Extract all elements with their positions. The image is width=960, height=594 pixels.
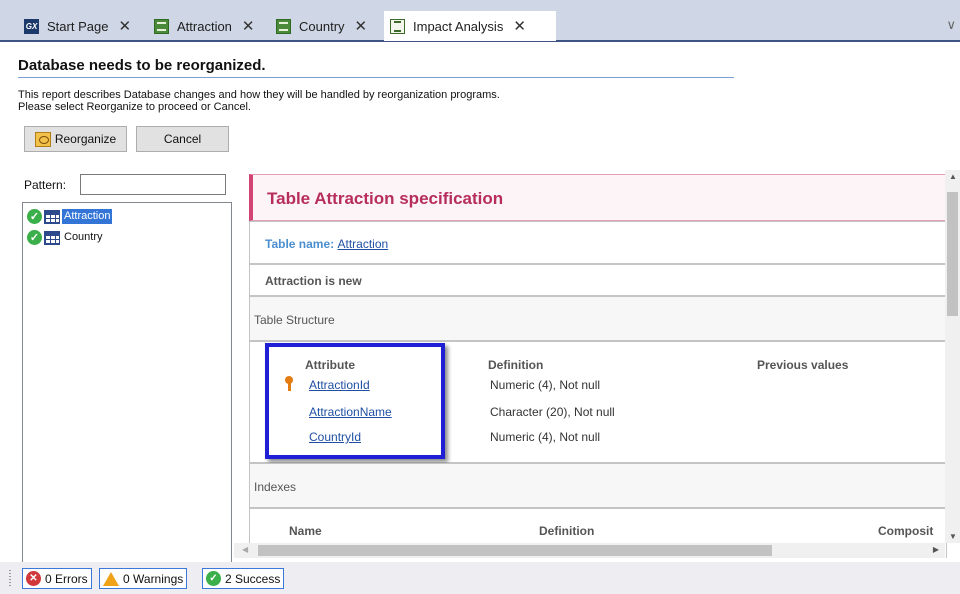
table-structure-heading: Table Structure [254, 313, 335, 327]
report-document-icon [390, 18, 405, 34]
is-new-text: Attraction is new [265, 274, 362, 288]
error-icon: ✕ [26, 571, 41, 586]
table-name-caption: Table name: [265, 237, 335, 251]
scroll-down-icon[interactable]: ▼ [949, 532, 957, 541]
warnings-filter-button[interactable]: 0 Warnings [99, 568, 188, 589]
table-object-icon [154, 18, 169, 34]
errors-filter-button[interactable]: ✕ 0 Errors [22, 568, 92, 589]
cancel-button[interactable]: Cancel [136, 126, 229, 152]
tree-item-label: Attraction [62, 209, 113, 224]
success-check-icon: ✓ [27, 230, 42, 245]
success-check-icon: ✓ [206, 571, 221, 586]
tree-item-label: Country [64, 231, 103, 243]
document-tab-strip: GX Start Page ✕ Attraction ✕ Country ✕ I… [0, 0, 960, 42]
errors-count: 0 Errors [45, 571, 88, 586]
table-name-link[interactable]: Attraction [337, 237, 388, 251]
scroll-up-icon[interactable]: ▲ [949, 172, 957, 181]
table-icon [44, 230, 60, 245]
tab-label: Impact Analysis [413, 18, 504, 34]
horizontal-scroll-thumb[interactable] [258, 545, 772, 556]
report-viewer[interactable]: Table Attraction specification Table nam… [249, 170, 960, 558]
tab-impact-analysis[interactable]: Impact Analysis ✕ [384, 11, 556, 41]
title-divider [18, 77, 734, 78]
tree-item-attraction[interactable]: ✓ Attraction [27, 208, 113, 225]
tab-country[interactable]: Country ✕ [270, 12, 367, 40]
indexes-heading: Indexes [254, 480, 297, 494]
reorganize-button[interactable]: Reorganize [24, 126, 127, 152]
gx-logo-icon: GX [24, 18, 39, 34]
close-icon[interactable]: ✕ [118, 17, 131, 35]
is-new-section: Attraction is new [249, 264, 947, 296]
status-bar: ✕ 0 Errors 0 Warnings ✓ 2 Success [0, 562, 960, 594]
success-count: 2 Success [225, 571, 281, 586]
description: This report describes Database changes a… [18, 89, 500, 113]
index-column-header-composition: Composit [878, 524, 934, 538]
attribute-definition: Character (20), Not null [490, 405, 615, 419]
page-title: Database needs to be reorganized. [18, 57, 266, 74]
success-check-icon: ✓ [27, 209, 42, 224]
pattern-label: Pattern: [24, 178, 67, 192]
table-icon [44, 209, 60, 224]
attribute-definition: Numeric (4), Not null [490, 430, 601, 444]
table-name-label: Table name: Attraction [265, 237, 388, 251]
table-structure-section: Table Structure [249, 296, 947, 341]
column-header-definition: Definition [488, 358, 544, 372]
tab-overflow-icon[interactable]: ∨ [946, 17, 956, 33]
close-icon[interactable]: ✕ [513, 17, 526, 35]
vertical-scroll-thumb[interactable] [947, 192, 958, 316]
tree-item-country[interactable]: ✓ Country [27, 229, 105, 246]
horizontal-scrollbar[interactable]: ◀ ▶ [234, 543, 945, 558]
indexes-section: Indexes [249, 463, 947, 508]
attribute-definition: Numeric (4), Not null [490, 378, 601, 392]
table-object-icon [276, 18, 291, 34]
toolbar-grip-icon[interactable] [9, 570, 11, 586]
column-header-previous-values: Previous values [757, 358, 849, 372]
description-line: Please select Reorganize to proceed or C… [18, 101, 251, 113]
index-column-header-name: Name [289, 524, 322, 538]
warnings-count: 0 Warnings [123, 571, 184, 586]
scroll-left-icon[interactable]: ◀ [242, 545, 248, 554]
tab-attraction[interactable]: Attraction ✕ [148, 12, 255, 40]
warning-icon [103, 571, 119, 586]
scroll-right-icon[interactable]: ▶ [933, 545, 939, 554]
spec-title-section: Table Attraction specification [249, 174, 947, 221]
highlight-annotation-box [265, 343, 445, 459]
tab-label: Country [299, 18, 345, 34]
close-icon[interactable]: ✕ [242, 17, 255, 35]
success-filter-button[interactable]: ✓ 2 Success [202, 568, 285, 589]
table-name-section: Table name: Attraction [249, 221, 947, 264]
tab-label: Start Page [47, 18, 109, 34]
reorganize-icon [34, 131, 51, 147]
spec-title: Table Attraction specification [267, 189, 504, 208]
vertical-scrollbar[interactable]: ▲ ▼ [945, 170, 960, 543]
index-column-header-definition: Definition [539, 524, 595, 538]
tab-start-page[interactable]: GX Start Page ✕ [18, 12, 131, 40]
pattern-input[interactable] [80, 174, 226, 195]
close-icon[interactable]: ✕ [355, 17, 368, 35]
object-tree[interactable]: ✓ Attraction ✓ Country [22, 202, 232, 567]
description-line: This report describes Database changes a… [18, 89, 500, 101]
reorganize-button-label: Reorganize [54, 132, 117, 146]
tab-label: Attraction [177, 18, 232, 34]
